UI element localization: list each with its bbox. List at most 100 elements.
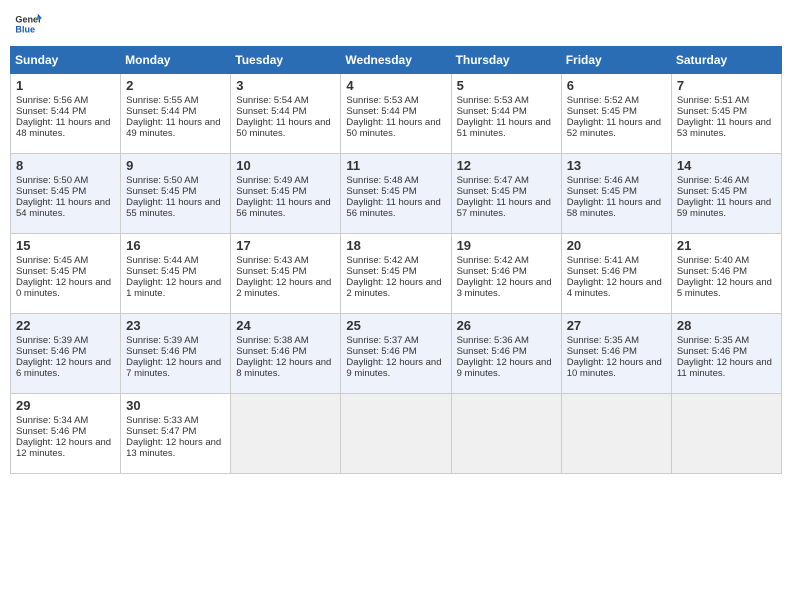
sunset: Sunset: 5:45 PM	[457, 186, 527, 197]
daylight: Daylight: 11 hours and 55 minutes.	[126, 197, 220, 219]
sunset: Sunset: 5:46 PM	[567, 346, 637, 357]
daylight: Daylight: 11 hours and 52 minutes.	[567, 117, 661, 139]
sunrise: Sunrise: 5:52 AM	[567, 95, 639, 106]
day-number: 12	[457, 158, 556, 173]
sunrise: Sunrise: 5:48 AM	[346, 175, 418, 186]
calendar-cell: 17Sunrise: 5:43 AMSunset: 5:45 PMDayligh…	[231, 234, 341, 314]
daylight: Daylight: 12 hours and 2 minutes.	[236, 277, 331, 299]
daylight: Daylight: 12 hours and 3 minutes.	[457, 277, 552, 299]
calendar-cell: 20Sunrise: 5:41 AMSunset: 5:46 PMDayligh…	[561, 234, 671, 314]
day-header-wednesday: Wednesday	[341, 47, 451, 74]
logo: General Blue	[14, 10, 44, 38]
daylight: Daylight: 11 hours and 54 minutes.	[16, 197, 110, 219]
sunrise: Sunrise: 5:39 AM	[16, 335, 88, 346]
sunrise: Sunrise: 5:40 AM	[677, 255, 749, 266]
calendar-cell: 27Sunrise: 5:35 AMSunset: 5:46 PMDayligh…	[561, 314, 671, 394]
sunrise: Sunrise: 5:42 AM	[346, 255, 418, 266]
calendar-table: SundayMondayTuesdayWednesdayThursdayFrid…	[10, 46, 782, 474]
day-number: 15	[16, 238, 115, 253]
sunset: Sunset: 5:45 PM	[236, 266, 306, 277]
calendar-cell: 13Sunrise: 5:46 AMSunset: 5:45 PMDayligh…	[561, 154, 671, 234]
day-number: 24	[236, 318, 335, 333]
svg-text:Blue: Blue	[15, 24, 35, 34]
calendar-cell: 19 Sunrise: 5:42 AMSunset: 5:46 PMDayligh…	[451, 234, 561, 314]
calendar-cell: 22Sunrise: 5:39 AMSunset: 5:46 PMDayligh…	[11, 314, 121, 394]
sunset: Sunset: 5:44 PM	[457, 106, 527, 117]
sunrise: Sunrise: 5:46 AM	[567, 175, 639, 186]
page-header: General Blue	[10, 10, 782, 38]
sunrise: Sunrise: 5:54 AM	[236, 95, 308, 106]
calendar-cell	[561, 394, 671, 474]
calendar-cell: 3Sunrise: 5:54 AMSunset: 5:44 PMDaylight…	[231, 74, 341, 154]
daylight: Daylight: 12 hours and 9 minutes.	[457, 357, 552, 379]
sunrise: Sunrise: 5:46 AM	[677, 175, 749, 186]
day-number: 20	[567, 238, 666, 253]
day-number: 8	[16, 158, 115, 173]
day-number: 23	[126, 318, 225, 333]
calendar-cell: 16Sunrise: 5:44 AMSunset: 5:45 PMDayligh…	[121, 234, 231, 314]
day-number: 7	[677, 78, 776, 93]
calendar-cell: 23Sunrise: 5:39 AMSunset: 5:46 PMDayligh…	[121, 314, 231, 394]
sunrise: Sunrise: 5:53 AM	[457, 95, 529, 106]
daylight: Daylight: 12 hours and 9 minutes.	[346, 357, 441, 379]
day-number: 4	[346, 78, 445, 93]
sunset: Sunset: 5:44 PM	[236, 106, 306, 117]
sunset: Sunset: 5:46 PM	[236, 346, 306, 357]
daylight: Daylight: 12 hours and 1 minute.	[126, 277, 221, 299]
daylight: Daylight: 11 hours and 48 minutes.	[16, 117, 110, 139]
daylight: Daylight: 11 hours and 58 minutes.	[567, 197, 661, 219]
day-number: 13	[567, 158, 666, 173]
daylight: Daylight: 12 hours and 12 minutes.	[16, 437, 111, 459]
sunset: Sunset: 5:45 PM	[16, 186, 86, 197]
calendar-cell: 21Sunrise: 5:40 AMSunset: 5:46 PMDayligh…	[671, 234, 781, 314]
daylight: Daylight: 11 hours and 59 minutes.	[677, 197, 771, 219]
day-number: 17	[236, 238, 335, 253]
sunrise: Sunrise: 5:33 AM	[126, 415, 198, 426]
calendar-cell	[671, 394, 781, 474]
day-number: 26	[457, 318, 556, 333]
day-number: 10	[236, 158, 335, 173]
sunrise: Sunrise: 5:47 AM	[457, 175, 529, 186]
sunrise: Sunrise: 5:34 AM	[16, 415, 88, 426]
sunset: Sunset: 5:46 PM	[346, 346, 416, 357]
calendar-cell: 4Sunrise: 5:53 AMSunset: 5:44 PMDaylight…	[341, 74, 451, 154]
sunset: Sunset: 5:45 PM	[126, 186, 196, 197]
sunrise: Sunrise: 5:41 AM	[567, 255, 639, 266]
calendar-cell: 5Sunrise: 5:53 AMSunset: 5:44 PMDaylight…	[451, 74, 561, 154]
sunset: Sunset: 5:45 PM	[677, 106, 747, 117]
calendar-cell: 7 Sunrise: 5:51 AMSunset: 5:45 PMDaylight…	[671, 74, 781, 154]
daylight: Daylight: 11 hours and 50 minutes.	[346, 117, 440, 139]
calendar-cell: 11Sunrise: 5:48 AMSunset: 5:45 PMDayligh…	[341, 154, 451, 234]
calendar-cell: 9Sunrise: 5:50 AMSunset: 5:45 PMDaylight…	[121, 154, 231, 234]
logo-icon: General Blue	[14, 10, 42, 38]
sunset: Sunset: 5:45 PM	[346, 266, 416, 277]
sunrise: Sunrise: 5:53 AM	[346, 95, 418, 106]
sunrise: Sunrise: 5:49 AM	[236, 175, 308, 186]
sunrise: Sunrise: 5:51 AM	[677, 95, 749, 106]
sunset: Sunset: 5:46 PM	[457, 266, 527, 277]
day-header-friday: Friday	[561, 47, 671, 74]
day-header-monday: Monday	[121, 47, 231, 74]
sunset: Sunset: 5:45 PM	[236, 186, 306, 197]
sunset: Sunset: 5:46 PM	[677, 266, 747, 277]
sunrise: Sunrise: 5:44 AM	[126, 255, 198, 266]
sunrise: Sunrise: 5:42 AM	[457, 255, 529, 266]
day-number: 19	[457, 238, 556, 253]
calendar-cell	[451, 394, 561, 474]
calendar-cell: 10Sunrise: 5:49 AMSunset: 5:45 PMDayligh…	[231, 154, 341, 234]
daylight: Daylight: 12 hours and 5 minutes.	[677, 277, 772, 299]
calendar-week-row: 22Sunrise: 5:39 AMSunset: 5:46 PMDayligh…	[11, 314, 782, 394]
daylight: Daylight: 11 hours and 57 minutes.	[457, 197, 551, 219]
sunset: Sunset: 5:46 PM	[677, 346, 747, 357]
sunset: Sunset: 5:46 PM	[457, 346, 527, 357]
day-number: 16	[126, 238, 225, 253]
daylight: Daylight: 11 hours and 50 minutes.	[236, 117, 330, 139]
sunrise: Sunrise: 5:39 AM	[126, 335, 198, 346]
daylight: Daylight: 11 hours and 53 minutes.	[677, 117, 771, 139]
sunrise: Sunrise: 5:55 AM	[126, 95, 198, 106]
day-number: 29	[16, 398, 115, 413]
day-header-tuesday: Tuesday	[231, 47, 341, 74]
day-header-thursday: Thursday	[451, 47, 561, 74]
calendar-week-row: 8Sunrise: 5:50 AMSunset: 5:45 PMDaylight…	[11, 154, 782, 234]
calendar-cell: 14Sunrise: 5:46 AMSunset: 5:45 PMDayligh…	[671, 154, 781, 234]
